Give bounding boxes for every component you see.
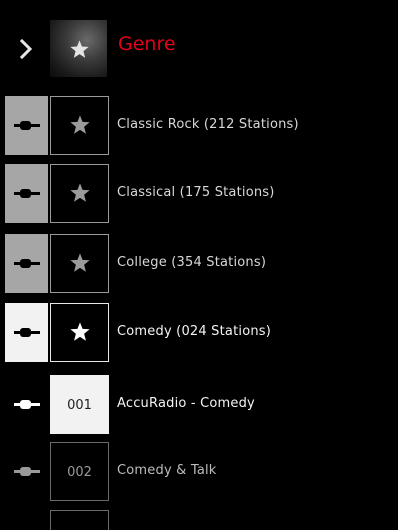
star-icon [70,115,90,134]
station-number-tile[interactable]: 002 [50,442,109,501]
genre-row[interactable]: Classic Rock (212 Stations) [5,96,393,155]
plug-cell[interactable] [5,442,48,501]
star-icon [70,253,90,272]
favorite-tile[interactable] [50,164,109,223]
star-icon [70,183,90,202]
station-number-tile[interactable] [50,510,109,530]
genre-row[interactable]: College (354 Stations) [5,234,393,293]
favorite-tile[interactable] [50,303,109,362]
plug-icon [14,328,40,337]
genre-label: Comedy (024 Stations) [117,324,272,339]
chevron-right-icon[interactable] [14,36,40,62]
plug-icon [14,259,40,268]
favorite-tile[interactable] [50,234,109,293]
station-label: AccuRadio - Comedy [117,396,255,411]
plug-icon [14,121,40,130]
genre-row-selected[interactable]: Comedy (024 Stations) [5,303,393,362]
star-icon [70,322,90,341]
plug-cell[interactable] [5,164,48,223]
station-row-partial[interactable] [5,510,393,530]
plug-icon [14,400,40,409]
plug-cell[interactable] [5,375,48,434]
genre-browser: Genre Classic Rock (212 Stations) Classi… [0,0,398,530]
genre-label: Classic Rock (212 Stations) [117,117,299,132]
station-row[interactable]: 001 AccuRadio - Comedy [5,375,393,434]
page-title: Genre [118,33,176,55]
plug-cell[interactable] [5,234,48,293]
star-icon [70,40,89,58]
genre-row[interactable]: Classical (175 Stations) [5,164,393,223]
plug-cell[interactable] [5,96,48,155]
plug-icon [14,189,40,198]
station-label: Comedy & Talk [117,463,217,478]
plug-icon [14,467,40,476]
genre-label: Classical (175 Stations) [117,185,275,200]
genre-label: College (354 Stations) [117,255,267,270]
station-number: 002 [67,465,92,480]
plug-cell[interactable] [5,303,48,362]
station-number: 001 [67,398,92,413]
station-row[interactable]: 002 Comedy & Talk [5,442,393,501]
favorite-tile[interactable] [50,96,109,155]
station-number-tile[interactable]: 001 [50,375,109,434]
genre-header-tile [50,20,107,77]
